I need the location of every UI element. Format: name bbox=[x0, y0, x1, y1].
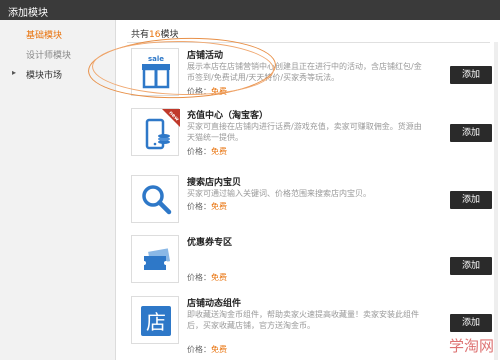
module-price: 价格：免费 bbox=[187, 147, 227, 156]
add-button[interactable]: 添加 bbox=[450, 124, 492, 142]
add-button[interactable]: 添加 bbox=[450, 66, 492, 84]
coupon-icon bbox=[131, 235, 179, 283]
sidebar-item-label: 基础模块 bbox=[26, 31, 63, 41]
module-title: 搜索店内宝贝 bbox=[187, 178, 242, 188]
add-button[interactable]: 添加 bbox=[450, 314, 492, 332]
phone-recharge-icon: new bbox=[131, 108, 180, 156]
module-description: 买家可通过输入关键词、价格范围来搜索店内宝贝。 bbox=[187, 189, 371, 198]
module-title: 充值中心（淘宝客） bbox=[187, 111, 269, 121]
store-icon: 店 bbox=[131, 296, 179, 344]
module-price: 价格：免费 bbox=[187, 273, 227, 282]
module-description: 买家可直接在店铺内进行话费/游戏充值，卖家可赚取佣金。货源由天猫统一提供。 bbox=[187, 122, 422, 142]
module-recharge-center: new 充值中心（淘宝客） 买家可直接在店铺内进行话费/游戏充值，卖家可赚取佣金… bbox=[127, 108, 497, 164]
module-search-items: 搜索店内宝贝 买家可通过输入关键词、价格范围来搜索店内宝贝。 价格：免费 添加 bbox=[127, 175, 497, 231]
module-description: 即收藏送淘金币组件，帮助卖家火速提高收藏量！卖家安装此组件后，买家收藏店铺，官方… bbox=[187, 310, 419, 330]
add-button[interactable]: 添加 bbox=[450, 191, 492, 209]
module-store-dynamics: 店 店铺动态组件 即收藏送淘金币组件，帮助卖家火速提高收藏量！卖家安装此组件后，… bbox=[127, 296, 497, 354]
scrollbar[interactable] bbox=[494, 42, 498, 360]
sidebar-item-basic[interactable]: 基础模块 bbox=[0, 24, 116, 44]
sidebar-item-label: 模块市场 bbox=[26, 71, 63, 81]
search-icon bbox=[131, 175, 179, 223]
module-price: 价格：免费 bbox=[187, 345, 227, 354]
dialog-title: 添加模块 bbox=[8, 8, 48, 19]
chevron-right-icon: ▸ bbox=[12, 68, 17, 77]
module-coupon-zone: 优惠券专区 价格：免费 添加 bbox=[127, 235, 497, 291]
dialog-titlebar: 添加模块 bbox=[0, 0, 500, 20]
module-title: 优惠券专区 bbox=[187, 238, 233, 248]
sidebar-item-label: 设计师模块 bbox=[26, 51, 72, 61]
watermark: 学淘网 bbox=[448, 337, 494, 355]
add-button[interactable]: 添加 bbox=[450, 257, 492, 275]
module-title: 店铺动态组件 bbox=[187, 299, 242, 309]
svg-text:店: 店 bbox=[146, 310, 166, 334]
module-price: 价格：免费 bbox=[187, 202, 227, 211]
